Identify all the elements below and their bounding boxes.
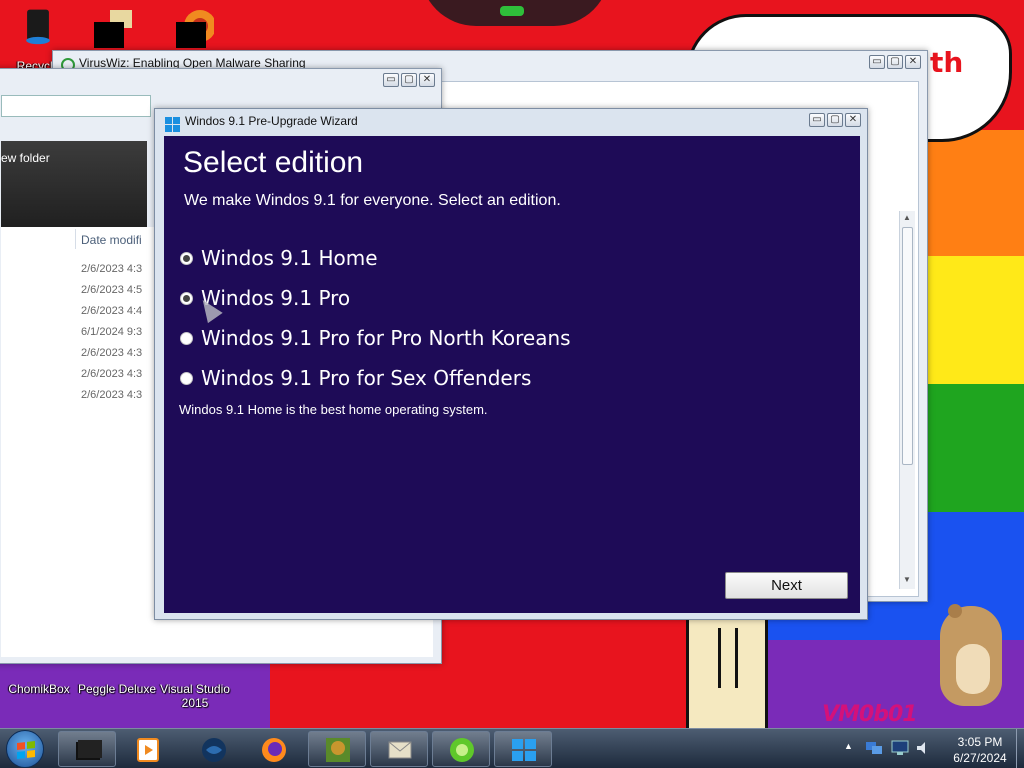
- new-folder-button[interactable]: ew folder: [1, 151, 50, 165]
- globe-icon: [202, 738, 226, 762]
- media-player-icon: [176, 10, 216, 48]
- desktop-icon-media[interactable]: [154, 8, 234, 51]
- taskbar: ▲ 3:05 PM 6/27/2024: [0, 728, 1024, 768]
- watermark-text: VM0b01: [822, 702, 918, 727]
- minimize-button[interactable]: ▭: [869, 55, 885, 69]
- monitor-icon[interactable]: [890, 739, 910, 757]
- column-separator: [75, 229, 76, 249]
- edition-description: Windos 9.1 Home is the best home operati…: [179, 402, 488, 417]
- close-button[interactable]: ✕: [845, 113, 861, 127]
- game-box-icon: [326, 738, 350, 762]
- wizard-title: Windos 9.1 Pre-Upgrade Wizard: [185, 114, 358, 128]
- hamster-belly: [956, 644, 990, 694]
- next-button[interactable]: Next: [725, 572, 848, 599]
- wallpaper-green-dot: [500, 6, 524, 16]
- wallpaper-figure-leg: [718, 628, 738, 688]
- volume-icon[interactable]: [914, 739, 934, 757]
- page-subtitle: We make Windos 9.1 for everyone. Select …: [184, 192, 561, 209]
- terminal-icon: [76, 740, 102, 760]
- black-folder-icon: [94, 10, 132, 48]
- desktop-icon-label: Peggle Deluxe: [77, 682, 157, 696]
- option-label: Windos 9.1 Pro: [201, 286, 351, 310]
- show-hidden-icons-icon[interactable]: ▲: [844, 741, 853, 751]
- edition-option-home[interactable]: Windos 9.1 Home: [180, 246, 378, 270]
- option-label: Windos 9.1 Home: [201, 246, 378, 270]
- file-date: 2/6/2023 4:4: [81, 305, 143, 317]
- desktop-icon-folder[interactable]: [72, 8, 152, 51]
- scroll-down-arrow-icon[interactable]: ▼: [903, 575, 911, 584]
- maximize-button[interactable]: ▢: [887, 55, 903, 69]
- desktop-icon-visual-studio[interactable]: Visual Studio 2015: [155, 682, 235, 710]
- windows-logo-icon: [512, 739, 536, 761]
- windows-logo-icon: [17, 741, 35, 759]
- option-label: Windos 9.1 Pro for Pro North Koreans: [201, 326, 571, 350]
- media-player-icon: [137, 738, 159, 762]
- scroll-up-arrow-icon[interactable]: ▲: [903, 213, 911, 222]
- wizard-window[interactable]: Windos 9.1 Pre-Upgrade Wizard ▭ ▢ ✕ Sele…: [154, 108, 868, 620]
- radio-button[interactable]: [180, 291, 193, 305]
- firefox-icon: [262, 738, 286, 762]
- wizard-body: Select edition We make Windos 9.1 for ev…: [164, 136, 860, 613]
- taskbar-item-windos-wizard[interactable]: [494, 731, 552, 767]
- minimize-button[interactable]: ▭: [383, 73, 399, 87]
- taskbar-item-mail[interactable]: [370, 731, 428, 767]
- taskbar-item-globe[interactable]: [184, 731, 242, 767]
- clock-time: 3:05 PM: [957, 735, 1003, 749]
- desktop-icon-label: ChomikBox: [8, 682, 70, 696]
- taskbar-item-game[interactable]: [308, 731, 366, 767]
- file-date: 2/6/2023 4:3: [81, 368, 143, 380]
- maximize-button[interactable]: ▢: [827, 113, 843, 127]
- file-date: 2/6/2023 4:3: [81, 347, 143, 359]
- file-date: 2/6/2023 4:3: [81, 389, 143, 401]
- maximize-button[interactable]: ▢: [401, 73, 417, 87]
- column-header-date[interactable]: Date modifi: [81, 233, 142, 247]
- mail-icon: [388, 741, 412, 759]
- recycle-bin-icon: [26, 9, 50, 45]
- desktop-icon-peggle[interactable]: Peggle Deluxe: [77, 682, 157, 696]
- desktop-icon-chomikbox[interactable]: ChomikBox: [0, 682, 79, 696]
- radio-button[interactable]: [180, 331, 193, 345]
- taskbar-item-media[interactable]: [118, 731, 176, 767]
- edition-option-pro-north-koreans[interactable]: Windos 9.1 Pro for Pro North Koreans: [180, 326, 571, 350]
- file-date: 2/6/2023 4:3: [81, 263, 143, 275]
- taskbar-item-lime[interactable]: [432, 731, 490, 767]
- option-label: Windos 9.1 Pro for Sex Offenders: [201, 366, 532, 390]
- taskbar-item-firefox[interactable]: [244, 731, 302, 767]
- desktop-icon-label: Visual Studio 2015: [160, 682, 230, 710]
- start-button[interactable]: [6, 730, 44, 768]
- edition-option-sex-offenders[interactable]: Windos 9.1 Pro for Sex Offenders: [180, 366, 531, 390]
- show-desktop-button[interactable]: [1016, 729, 1024, 768]
- vertical-scrollbar[interactable]: ▲ ▼: [899, 211, 915, 589]
- radio-button[interactable]: [180, 371, 193, 385]
- close-button[interactable]: ✕: [419, 73, 435, 87]
- cloud-text: th: [930, 46, 964, 79]
- lime-icon: [450, 738, 474, 762]
- radio-button[interactable]: [180, 251, 193, 265]
- minimize-button[interactable]: ▭: [809, 113, 825, 127]
- file-date: 2/6/2023 4:5: [81, 284, 143, 296]
- clock-date: 6/27/2024: [953, 751, 1007, 765]
- file-date: 6/1/2024 9:3: [81, 326, 143, 338]
- network-icon[interactable]: [864, 739, 884, 757]
- page-title: Select edition: [183, 146, 364, 179]
- system-clock[interactable]: 3:05 PM 6/27/2024: [940, 734, 1020, 766]
- address-bar[interactable]: [1, 95, 151, 117]
- taskbar-item-terminal[interactable]: [58, 731, 116, 767]
- close-button[interactable]: ✕: [905, 55, 921, 69]
- scrollbar-thumb[interactable]: [902, 227, 913, 465]
- hamster-ear: [948, 604, 962, 618]
